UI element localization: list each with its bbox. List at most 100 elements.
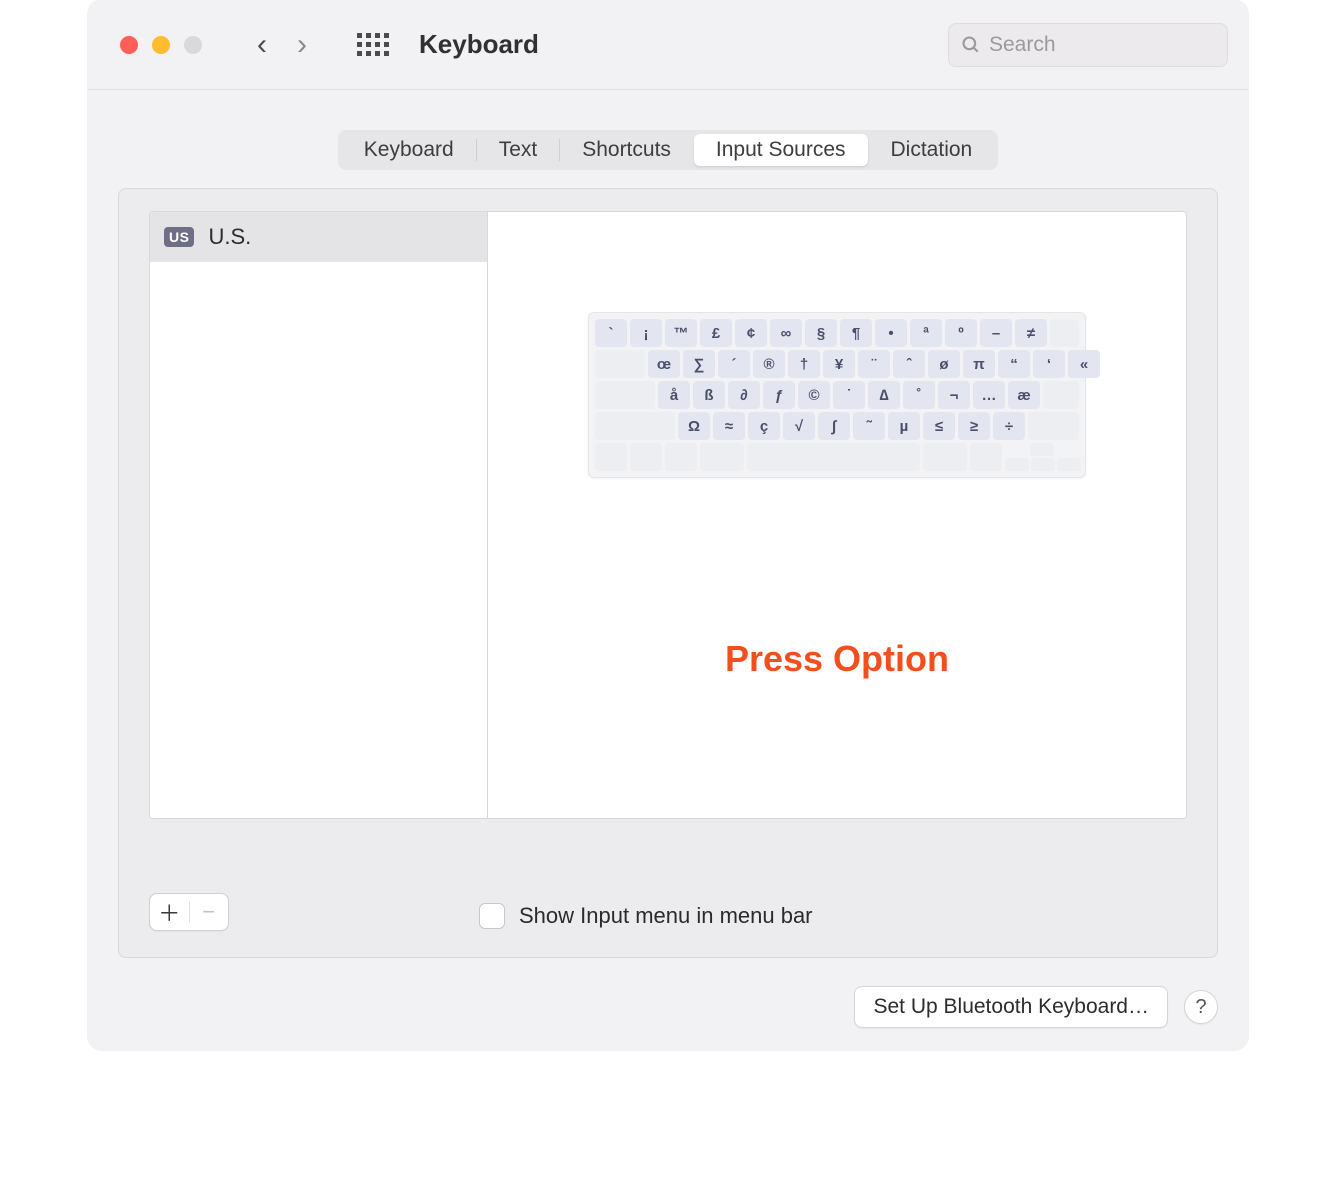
key-char: § <box>805 319 837 347</box>
key-modifier <box>595 350 645 378</box>
content-panel: US U.S. `¡™£¢∞§¶•ªº–≠œ∑´®†¥¨ˆøπ“‘«åß∂ƒ©˙… <box>118 188 1218 958</box>
key-char: ¡ <box>630 319 662 347</box>
input-source-row[interactable]: US U.S. <box>150 212 487 262</box>
key-char: √ <box>783 412 815 440</box>
help-button[interactable]: ? <box>1184 990 1218 1024</box>
back-button[interactable]: ‹ <box>257 28 267 62</box>
key-char: • <box>875 319 907 347</box>
key-modifier <box>1028 412 1079 440</box>
key-char: ∆ <box>868 381 900 409</box>
key-char: ™ <box>665 319 697 347</box>
forward-button: › <box>297 28 307 62</box>
keyboard-preview-pane: `¡™£¢∞§¶•ªº–≠œ∑´®†¥¨ˆøπ“‘«åß∂ƒ©˙∆˚¬…æΩ≈ç… <box>488 212 1186 818</box>
key-modifier <box>1031 458 1055 471</box>
remove-source-button: − <box>189 899 228 925</box>
key-char: π <box>963 350 995 378</box>
key-modifier <box>1050 319 1079 347</box>
input-source-label: U.S. <box>208 224 251 250</box>
key-char: Ω <box>678 412 710 440</box>
tab-input-sources[interactable]: Input Sources <box>694 134 868 166</box>
key-char: ´ <box>718 350 750 378</box>
tab-keyboard[interactable]: Keyboard <box>342 134 476 166</box>
key-char: ≥ <box>958 412 990 440</box>
key-char: ˜ <box>853 412 885 440</box>
key-char: ƒ <box>763 381 795 409</box>
close-window-button[interactable] <box>120 36 138 54</box>
key-char: « <box>1068 350 1100 378</box>
key-char: ¨ <box>858 350 890 378</box>
key-char: © <box>798 381 830 409</box>
show-input-menu-checkbox[interactable] <box>479 903 505 929</box>
window-title: Keyboard <box>419 29 539 60</box>
key-char: ≠ <box>1015 319 1047 347</box>
show-input-menu-row[interactable]: Show Input menu in menu bar <box>479 903 813 929</box>
key-char: ‘ <box>1033 350 1065 378</box>
key-modifier <box>970 443 1002 471</box>
key-char: ¥ <box>823 350 855 378</box>
key-char: ∫ <box>818 412 850 440</box>
key-char: ø <box>928 350 960 378</box>
key-char: ÷ <box>993 412 1025 440</box>
key-char: – <box>980 319 1012 347</box>
zoom-window-button[interactable] <box>184 36 202 54</box>
key-char: ∂ <box>728 381 760 409</box>
key-char: ª <box>910 319 942 347</box>
key-char: “ <box>998 350 1030 378</box>
tab-text[interactable]: Text <box>477 134 560 166</box>
bluetooth-keyboard-button[interactable]: Set Up Bluetooth Keyboard… <box>854 986 1168 1028</box>
titlebar: ‹ › Keyboard Search <box>88 0 1248 90</box>
tab-shortcuts[interactable]: Shortcuts <box>560 134 693 166</box>
key-char: ß <box>693 381 725 409</box>
key-char: º <box>945 319 977 347</box>
minimize-window-button[interactable] <box>152 36 170 54</box>
key-char: œ <box>648 350 680 378</box>
key-char: ≤ <box>923 412 955 440</box>
key-char: ˙ <box>833 381 865 409</box>
keyboard-layout: `¡™£¢∞§¶•ªº–≠œ∑´®†¥¨ˆøπ“‘«åß∂ƒ©˙∆˚¬…æΩ≈ç… <box>588 312 1086 478</box>
key-modifier <box>747 443 920 471</box>
search-icon <box>961 35 981 55</box>
key-modifier <box>1005 458 1029 471</box>
key-char: ˆ <box>893 350 925 378</box>
search-field[interactable]: Search <box>948 23 1228 67</box>
add-remove-buttons: ＋ − <box>149 893 229 931</box>
key-char: µ <box>888 412 920 440</box>
key-char: ® <box>753 350 785 378</box>
key-modifier <box>595 443 627 471</box>
key-char: ≈ <box>713 412 745 440</box>
key-char: ˚ <box>903 381 935 409</box>
search-placeholder: Search <box>989 33 1056 57</box>
key-char: ç <box>748 412 780 440</box>
key-modifier <box>1057 458 1081 471</box>
nav-arrows: ‹ › <box>257 28 307 62</box>
key-char: ∞ <box>770 319 802 347</box>
key-char: … <box>973 381 1005 409</box>
key-char: ¬ <box>938 381 970 409</box>
key-char: ¢ <box>735 319 767 347</box>
key-modifier <box>1043 381 1079 409</box>
key-modifier <box>595 412 675 440</box>
key-modifier <box>1030 443 1054 456</box>
key-char: å <box>658 381 690 409</box>
input-sources-list[interactable]: US U.S. <box>150 212 488 818</box>
split-view: US U.S. `¡™£¢∞§¶•ªº–≠œ∑´®†¥¨ˆøπ“‘«åß∂ƒ©˙… <box>149 211 1187 819</box>
key-char: † <box>788 350 820 378</box>
window-controls <box>120 36 202 54</box>
show-input-menu-label: Show Input menu in menu bar <box>519 903 813 929</box>
key-char: ¶ <box>840 319 872 347</box>
show-all-icon[interactable] <box>357 33 389 56</box>
key-modifier <box>665 443 697 471</box>
input-source-badge: US <box>164 227 194 247</box>
key-modifier <box>630 443 662 471</box>
key-modifier <box>595 381 655 409</box>
preferences-window: ‹ › Keyboard Search KeyboardTextShortcut… <box>88 0 1248 1050</box>
key-modifier <box>923 443 967 471</box>
annotation-text: Press Option <box>488 638 1186 680</box>
key-char: æ <box>1008 381 1040 409</box>
tab-dictation[interactable]: Dictation <box>869 134 995 166</box>
key-char: ` <box>595 319 627 347</box>
window-footer: Set Up Bluetooth Keyboard… ? <box>854 986 1218 1028</box>
tab-bar: KeyboardTextShortcutsInput SourcesDictat… <box>88 130 1248 170</box>
add-source-button[interactable]: ＋ <box>150 896 189 928</box>
key-char: £ <box>700 319 732 347</box>
